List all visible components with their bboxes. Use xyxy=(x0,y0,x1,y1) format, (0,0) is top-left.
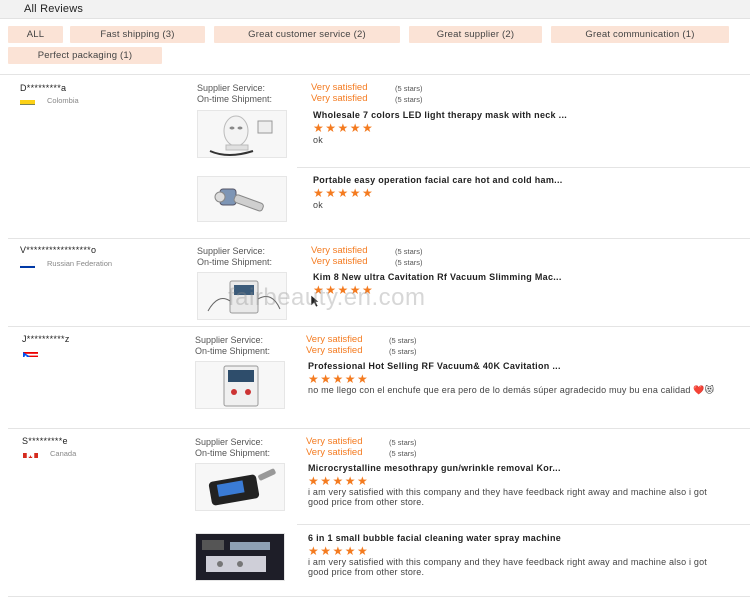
rating-stars: ★★★★★ xyxy=(308,544,370,558)
shipment-value: Very satisfied xyxy=(311,93,368,104)
supplier-service-stars: (5 stars) xyxy=(395,247,423,256)
flag-icon-russia xyxy=(20,259,35,268)
shipment-stars: (5 stars) xyxy=(389,449,417,458)
shipment-label: On-time Shipment: xyxy=(195,346,271,356)
review-comment: ok xyxy=(313,200,323,210)
supplier-service-value: Very satisfied xyxy=(311,82,368,93)
shipment-stars: (5 stars) xyxy=(389,347,417,356)
shipment-stars: (5 stars) xyxy=(395,258,423,267)
product-thumbnail[interactable] xyxy=(195,533,285,581)
page-title: All Reviews xyxy=(24,3,84,15)
divider xyxy=(297,167,750,168)
hammer-device-image xyxy=(198,177,286,221)
reviewer-country: Russian Federation xyxy=(47,259,113,268)
rating-stars: ★★★★★ xyxy=(308,474,370,488)
reviewer-name: J**********z xyxy=(22,334,70,344)
filter-tag-communication[interactable]: Great communication (1) xyxy=(551,26,729,43)
reviewer-country: Colombia xyxy=(47,96,79,105)
product-title-link[interactable]: Portable easy operation facial care hot … xyxy=(313,175,563,185)
filter-tag-packaging[interactable]: Perfect packaging (1) xyxy=(8,47,162,64)
supplier-service-stars: (5 stars) xyxy=(389,438,417,447)
flag-icon-puerto-rico xyxy=(23,348,38,357)
shipment-stars: (5 stars) xyxy=(395,95,423,104)
divider xyxy=(297,524,750,525)
rating-stars: ★★★★★ xyxy=(313,121,375,135)
reviewer-name: S*********e xyxy=(22,436,68,446)
shipment-label: On-time Shipment: xyxy=(197,257,273,267)
filter-tag-customer-service[interactable]: Great customer service (2) xyxy=(214,26,400,43)
shipment-value: Very satisfied xyxy=(306,447,363,458)
supplier-service-label: Supplier Service: xyxy=(197,83,266,93)
divider xyxy=(8,238,750,239)
product-thumbnail[interactable] xyxy=(195,361,285,409)
product-thumbnail[interactable] xyxy=(197,110,287,158)
supplier-service-stars: (5 stars) xyxy=(395,84,423,93)
rating-stars: ★★★★★ xyxy=(313,186,375,200)
mesotherapy-gun-image xyxy=(196,464,284,510)
watermark-text: fairbeauty.en.com xyxy=(228,284,426,311)
divider xyxy=(0,74,750,75)
flag-icon-canada xyxy=(23,449,38,458)
rating-stars: ★★★★★ xyxy=(308,372,370,386)
divider xyxy=(8,596,750,597)
supplier-service-label: Supplier Service: xyxy=(197,246,266,256)
filter-tag-fast-shipping[interactable]: Fast shipping (3) xyxy=(70,26,205,43)
filter-tag-all[interactable]: ALL xyxy=(8,26,63,43)
product-thumbnail[interactable] xyxy=(195,463,285,511)
supplier-service-value: Very satisfied xyxy=(311,245,368,256)
bubble-cleaning-machine-image xyxy=(196,534,284,580)
reviews-header: All Reviews xyxy=(0,0,750,19)
reviewer-name: D*********a xyxy=(20,83,67,93)
review-comment: no me llego con el enchufe que era pero … xyxy=(308,385,715,395)
review-comment: i am very satisfied with this company an… xyxy=(308,487,708,507)
led-mask-image xyxy=(198,111,286,157)
divider xyxy=(8,428,750,429)
shipment-label: On-time Shipment: xyxy=(195,448,271,458)
review-comment: i am very satisfied with this company an… xyxy=(308,557,708,577)
product-title-link[interactable]: Kim 8 New ultra Cavitation Rf Vacuum Sli… xyxy=(313,272,562,282)
supplier-service-value: Very satisfied xyxy=(306,436,363,447)
supplier-service-label: Supplier Service: xyxy=(195,335,264,345)
shipment-value: Very satisfied xyxy=(311,256,368,267)
product-title-link[interactable]: Microcrystalline mesothrapy gun/wrinkle … xyxy=(308,463,561,473)
divider xyxy=(8,326,750,327)
flag-icon-colombia xyxy=(20,96,35,105)
product-title-link[interactable]: 6 in 1 small bubble facial cleaning wate… xyxy=(308,533,561,543)
product-title-link[interactable]: Wholesale 7 colors LED light therapy mas… xyxy=(313,110,567,120)
review-comment: ok xyxy=(313,135,323,145)
reviewer-country: Canada xyxy=(50,449,77,458)
supplier-service-stars: (5 stars) xyxy=(389,336,417,345)
supplier-service-value: Very satisfied xyxy=(306,334,363,345)
shipment-value: Very satisfied xyxy=(306,345,363,356)
shipment-label: On-time Shipment: xyxy=(197,94,273,104)
product-thumbnail[interactable] xyxy=(197,176,287,222)
supplier-service-label: Supplier Service: xyxy=(195,437,264,447)
reviewer-name: V*****************o xyxy=(20,245,97,255)
filter-tag-great-supplier[interactable]: Great supplier (2) xyxy=(409,26,542,43)
rf-vacuum-machine-image xyxy=(196,362,284,408)
product-title-link[interactable]: Professional Hot Selling RF Vacuum& 40K … xyxy=(308,361,561,371)
